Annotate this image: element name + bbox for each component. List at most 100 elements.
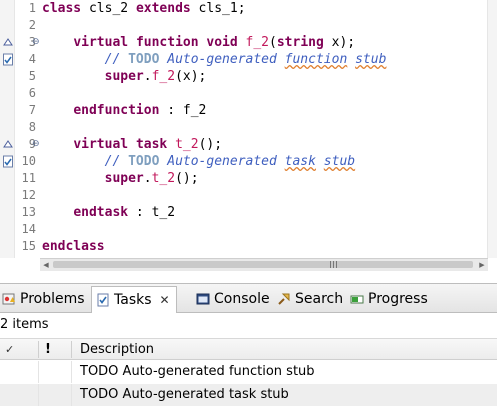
code-text[interactable]: endclass bbox=[42, 238, 105, 255]
code-token: t_2 bbox=[175, 137, 199, 152]
tab-search[interactable]: Search bbox=[277, 287, 343, 311]
code-line[interactable]: 1 class cls_2 extends cls_1; bbox=[0, 0, 488, 17]
tab-label: Search bbox=[295, 291, 344, 307]
code-token: . bbox=[143, 69, 152, 84]
code-token: endtask bbox=[73, 205, 129, 220]
scrollbar-thumb[interactable] bbox=[53, 261, 473, 268]
cell-divider bbox=[38, 361, 39, 383]
column-divider[interactable] bbox=[71, 341, 72, 358]
column-divider[interactable] bbox=[38, 341, 39, 358]
column-completed[interactable]: ✓ bbox=[5, 339, 19, 360]
code-text[interactable]: virtual task t_2(); bbox=[42, 136, 222, 153]
console-icon bbox=[196, 293, 210, 305]
tab-label: Progress bbox=[368, 291, 428, 307]
code-line[interactable]: 7 endfunction : f_2 bbox=[0, 102, 488, 119]
code-text[interactable]: super.f_2(x); bbox=[42, 68, 207, 85]
task-marker-icon[interactable] bbox=[2, 51, 14, 68]
cell-divider bbox=[71, 361, 72, 383]
close-icon[interactable]: ✕ bbox=[160, 293, 170, 307]
horizontal-scrollbar[interactable]: ◀ ▶ bbox=[40, 258, 488, 271]
line-number: 14 bbox=[21, 222, 36, 236]
overview-ruler bbox=[487, 0, 497, 258]
cell-divider bbox=[38, 384, 39, 406]
code-editor[interactable]: 1 class cls_2 extends cls_1; 2 3 ⊖ virtual f… bbox=[0, 0, 497, 272]
task-description: TODO Auto-generated task stub bbox=[80, 387, 289, 402]
code-token: stub bbox=[355, 52, 387, 67]
tab-progress[interactable]: Progress bbox=[350, 287, 428, 311]
code-token: : t_2 bbox=[128, 205, 176, 220]
code-token: super bbox=[104, 171, 144, 186]
code-line[interactable]: 9 ⊖ virtual task t_2(); bbox=[0, 136, 488, 153]
task-row[interactable]: TODO Auto-generated task stub bbox=[0, 384, 497, 406]
code-text[interactable]: class cls_2 extends cls_1; bbox=[42, 0, 246, 17]
code-text[interactable]: // TODO Auto-generated function stub bbox=[42, 51, 387, 68]
code-token: virtual bbox=[73, 35, 129, 50]
code-line[interactable]: 8 bbox=[0, 119, 488, 136]
column-priority[interactable]: ! bbox=[45, 339, 55, 360]
tasks-icon bbox=[97, 293, 109, 307]
code-token: t_2 bbox=[151, 171, 176, 186]
code-text[interactable]: super.t_2(); bbox=[42, 170, 199, 187]
scroll-right-icon[interactable]: ▶ bbox=[476, 259, 488, 271]
code-token: cls_1; bbox=[190, 1, 246, 16]
task-marker-icon[interactable] bbox=[2, 153, 14, 170]
column-description[interactable]: Description bbox=[80, 339, 154, 360]
line-number: 11 bbox=[21, 171, 36, 185]
code-line[interactable]: 13 endtask : t_2 bbox=[0, 204, 488, 221]
tab-problems[interactable]: Problems bbox=[2, 287, 85, 311]
code-line[interactable]: 14 bbox=[0, 221, 488, 238]
code-line[interactable]: 6 bbox=[0, 85, 488, 102]
code-token: x); bbox=[323, 35, 356, 50]
code-line[interactable]: 3 ⊖ virtual function void f_2(string x); bbox=[0, 34, 488, 51]
code-token: : f_2 bbox=[159, 103, 207, 118]
fold-collapse-icon[interactable]: ⊖ bbox=[32, 34, 40, 51]
task-count: 2 items bbox=[0, 317, 49, 332]
code-token: Auto-generated bbox=[159, 52, 285, 67]
override-marker-icon[interactable] bbox=[2, 136, 14, 153]
line-number: 8 bbox=[28, 120, 36, 134]
line-number: 15 bbox=[21, 239, 36, 253]
code-line[interactable]: 11 super.t_2(); bbox=[0, 170, 488, 187]
line-number: 12 bbox=[21, 188, 36, 202]
code-line[interactable]: 4 // TODO Auto-generated function stub bbox=[0, 51, 488, 68]
code-token: function bbox=[284, 52, 348, 67]
code-token: extends bbox=[135, 1, 191, 16]
task-row[interactable]: TODO Auto-generated function stub bbox=[0, 361, 497, 383]
code-text[interactable]: virtual function void f_2(string x); bbox=[42, 34, 355, 51]
task-description: TODO Auto-generated function stub bbox=[80, 364, 315, 379]
code-token: // bbox=[104, 52, 129, 67]
code-line[interactable]: 12 bbox=[0, 187, 488, 204]
code-token: endclass bbox=[42, 239, 105, 254]
code-token: function bbox=[135, 35, 199, 50]
code-text[interactable]: endtask : t_2 bbox=[42, 204, 175, 221]
code-line[interactable]: 15 endclass bbox=[0, 238, 488, 255]
code-token: task bbox=[284, 154, 316, 169]
code-text[interactable]: // TODO Auto-generated task stub bbox=[42, 153, 355, 170]
override-marker-icon[interactable] bbox=[2, 34, 14, 51]
code-token: TODO bbox=[128, 154, 160, 169]
tab-tasks[interactable]: Tasks ✕ bbox=[91, 286, 177, 313]
code-token: (); bbox=[175, 171, 199, 186]
code-token: (); bbox=[198, 137, 223, 152]
code-line[interactable]: 5 super.f_2(x); bbox=[0, 68, 488, 85]
tab-label: Problems bbox=[20, 291, 85, 307]
code-token: void bbox=[206, 35, 238, 50]
code-text[interactable]: endfunction : f_2 bbox=[42, 102, 206, 119]
scroll-left-icon[interactable]: ◀ bbox=[40, 259, 52, 271]
code-line[interactable]: 10 // TODO Auto-generated task stub bbox=[0, 153, 488, 170]
tab-console[interactable]: Console bbox=[196, 287, 270, 311]
line-number: 4 bbox=[28, 52, 36, 66]
code-token: cls_2 bbox=[81, 1, 136, 16]
code-token: ( bbox=[269, 35, 277, 50]
code-line[interactable]: 2 bbox=[0, 17, 488, 34]
fold-collapse-icon[interactable]: ⊖ bbox=[32, 136, 40, 153]
